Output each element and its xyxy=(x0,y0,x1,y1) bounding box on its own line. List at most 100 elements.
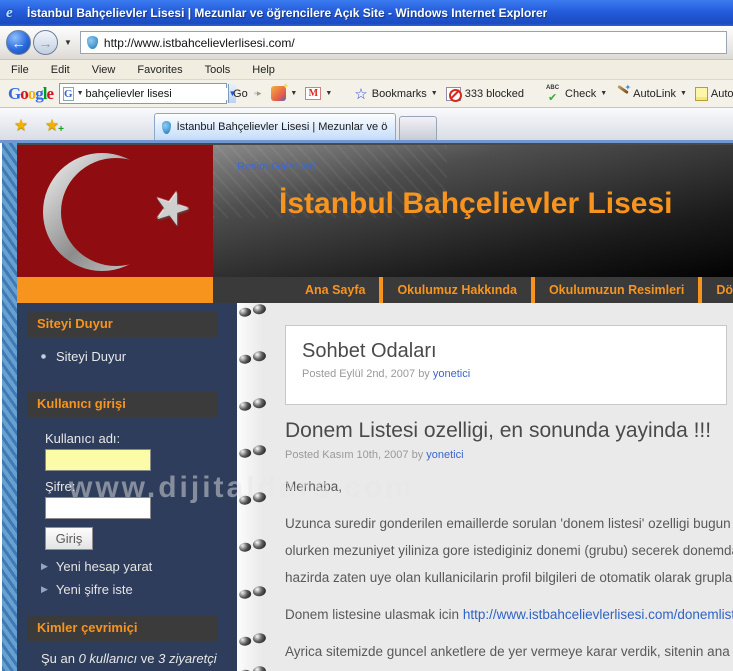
login-button[interactable]: Giriş xyxy=(45,527,93,550)
online-status: Şu an 0 kullanıcı ve 3 ziyaretçi xyxy=(41,651,217,666)
gmail-button[interactable]: M ▼ xyxy=(305,87,332,100)
menu-view[interactable]: View xyxy=(81,64,127,76)
favorites-center-button[interactable]: ★ xyxy=(8,113,34,137)
new-password-link-label: Yeni şifre iste xyxy=(55,582,133,597)
menu-edit[interactable]: Edit xyxy=(40,64,81,76)
post-meta: Posted Kasım 10th, 2007 by yonetici xyxy=(285,449,464,461)
menu-favorites[interactable]: Favorites xyxy=(126,64,193,76)
chevron-down-icon: ▼ xyxy=(290,90,298,97)
post-title[interactable]: Sohbet Odaları xyxy=(302,340,710,363)
bookmarks-label: Bookmarks xyxy=(371,87,427,100)
turkish-flag-image: ★ xyxy=(17,143,213,277)
back-button[interactable]: ← xyxy=(6,30,31,55)
online-users-count: 0 kullanıcı xyxy=(78,651,138,666)
nav-okulumuzun-resimleri[interactable]: Okulumuzun Resimleri xyxy=(535,283,698,297)
author-link[interactable]: yonetici xyxy=(433,368,470,380)
menu-tools[interactable]: Tools xyxy=(194,64,242,76)
ie-logo-icon: e xyxy=(6,5,13,21)
address-toolbar: ← → ▼ xyxy=(0,26,733,60)
register-link[interactable]: ▶ Yeni hesap yarat xyxy=(41,559,152,574)
bullet-icon xyxy=(41,354,46,359)
menu-help[interactable]: Help xyxy=(241,64,286,76)
logo-letter: G xyxy=(8,84,21,103)
address-bar[interactable] xyxy=(79,31,727,54)
google-search-input[interactable] xyxy=(85,87,228,100)
toolbar-grip-icon: ◦▸ xyxy=(253,88,262,98)
check-label: Check xyxy=(565,87,597,100)
popup-blocker-button[interactable]: 333 blocked xyxy=(445,86,525,102)
post-meta: Posted Eylül 2nd, 2007 by yonetici xyxy=(302,368,710,380)
body-line: hazirda zaten uye olan kullanicilarin pr… xyxy=(285,570,733,585)
google-search-box[interactable]: G ▼ ▼ xyxy=(59,83,237,104)
nav-okulumuz-hakkinda[interactable]: Okulumuz Hakkında xyxy=(383,283,530,297)
body-line-with-link: Donem listesine ulasmak icin http://www.… xyxy=(285,601,733,628)
menu-bar: File Edit View Favorites Tools Help xyxy=(0,60,733,80)
post-body: Merhaba, Uzunca suredir gonderilen email… xyxy=(285,473,733,671)
username-label: Kullanıcı adı: xyxy=(45,431,121,446)
password-field[interactable] xyxy=(45,497,151,519)
bookmark-star-icon: ☆ xyxy=(354,85,368,103)
blocked-count-label: 333 blocked xyxy=(464,87,525,100)
history-dropdown-icon[interactable]: ▼ xyxy=(64,38,72,47)
toolbar-sparkle-button[interactable]: ▼ xyxy=(271,81,298,101)
nav-ana-sayfa[interactable]: Ana Sayfa xyxy=(291,283,379,297)
spellcheck-button[interactable]: ABC ✔ Check ▼ xyxy=(546,85,608,104)
register-link-label: Yeni hesap yarat xyxy=(55,559,153,574)
bookmarks-button[interactable]: ☆ Bookmarks ▼ xyxy=(354,85,437,103)
new-password-link[interactable]: ▶ Yeni şifre iste xyxy=(41,582,133,597)
body-line: Merhaba, xyxy=(285,479,343,494)
logo-letter: g xyxy=(35,84,43,103)
wand-icon xyxy=(615,83,631,101)
google-g-icon: G xyxy=(63,86,74,101)
tab-active[interactable]: İstanbul Bahçelievler Lisesi | Mezunlar … xyxy=(154,113,396,140)
add-favorite-star-icon: ★ xyxy=(44,117,60,134)
nav-donemler[interactable]: Dönemler xyxy=(702,283,733,297)
chevron-down-icon: ▼ xyxy=(325,90,333,97)
gallery-link[interactable]: Resim Galerileri xyxy=(237,161,315,173)
username-field[interactable] xyxy=(45,449,151,471)
gmail-icon: M xyxy=(305,87,322,100)
sidebar-item-siteyi-duyur[interactable]: Siteyi Duyur xyxy=(41,349,126,364)
google-go-button[interactable]: Go xyxy=(233,88,248,100)
autofill-label: AutoFill xyxy=(710,87,733,100)
add-favorite-button[interactable]: ★ + xyxy=(39,113,65,137)
body-line: olurken mezuniyet yiliniza gore istedigi… xyxy=(285,543,733,558)
sidebar: Siteyi Duyur Siteyi Duyur Kullanıcı giri… xyxy=(17,303,237,671)
sparkle-icon xyxy=(271,81,289,101)
sidebar-header-login: Kullanıcı girişi xyxy=(27,391,217,417)
online-guests-count: 3 ziyaretçi xyxy=(158,651,217,666)
forward-button[interactable]: → xyxy=(33,30,58,55)
link-prefix-text: Donem listesine ulasmak icin xyxy=(285,607,463,622)
body-line: Ayrica sitemizde guncel anketlere de yer… xyxy=(285,644,733,659)
address-input[interactable] xyxy=(103,35,720,50)
nav-links: Ana Sayfa Okulumuz Hakkında Okulumuzun R… xyxy=(213,277,733,303)
sidebar-item-label: Siteyi Duyur xyxy=(56,349,127,364)
site-banner: ★ Resim Galerileri İstanbul Bahçelievler… xyxy=(17,143,733,277)
sidebar-header-announce: Siteyi Duyur xyxy=(27,311,217,337)
new-tab-button[interactable] xyxy=(399,116,437,140)
post-title[interactable]: Donem Listesi ozelligi, en sonunda yayin… xyxy=(285,419,711,443)
ie-window: e İstanbul Bahçelievler Lisesi | Mezunla… xyxy=(0,0,733,671)
page-viewport: ★ Resim Galerileri İstanbul Bahçelievler… xyxy=(0,143,733,671)
site-page: ★ Resim Galerileri İstanbul Bahçelievler… xyxy=(17,143,733,671)
autofill-button[interactable]: AutoFill xyxy=(694,86,733,101)
window-title: İstanbul Bahçelievler Lisesi | Mezunlar … xyxy=(27,6,548,20)
search-type-dropdown-icon[interactable]: ▼ xyxy=(77,90,84,97)
logo-letter: o xyxy=(20,84,28,103)
google-toolbar: Google G ▼ ▼ Go ◦▸ ▼ M ▼ ☆ Bookmarks ▼ 3… xyxy=(0,80,733,108)
logo-letter: e xyxy=(46,84,54,103)
post-card: Sohbet Odaları Posted Eylül 2nd, 2007 by… xyxy=(285,325,727,405)
chevron-down-icon: ▼ xyxy=(600,90,608,97)
banner-background: Resim Galerileri İstanbul Bahçelievler L… xyxy=(213,143,733,277)
main-nav: Ana Sayfa Okulumuz Hakkında Okulumuzun R… xyxy=(17,277,733,303)
donemlistesi-link[interactable]: http://www.istbahcelievlerlisesi.com/don… xyxy=(463,607,733,622)
page-lower: Siteyi Duyur Siteyi Duyur Kullanıcı giri… xyxy=(17,303,733,671)
site-favicon-icon xyxy=(86,36,98,49)
menu-file[interactable]: File xyxy=(0,64,40,76)
author-link[interactable]: yonetici xyxy=(426,449,463,461)
chevron-down-icon: ▼ xyxy=(430,90,438,97)
autolink-button[interactable]: AutoLink ▼ xyxy=(615,83,686,101)
